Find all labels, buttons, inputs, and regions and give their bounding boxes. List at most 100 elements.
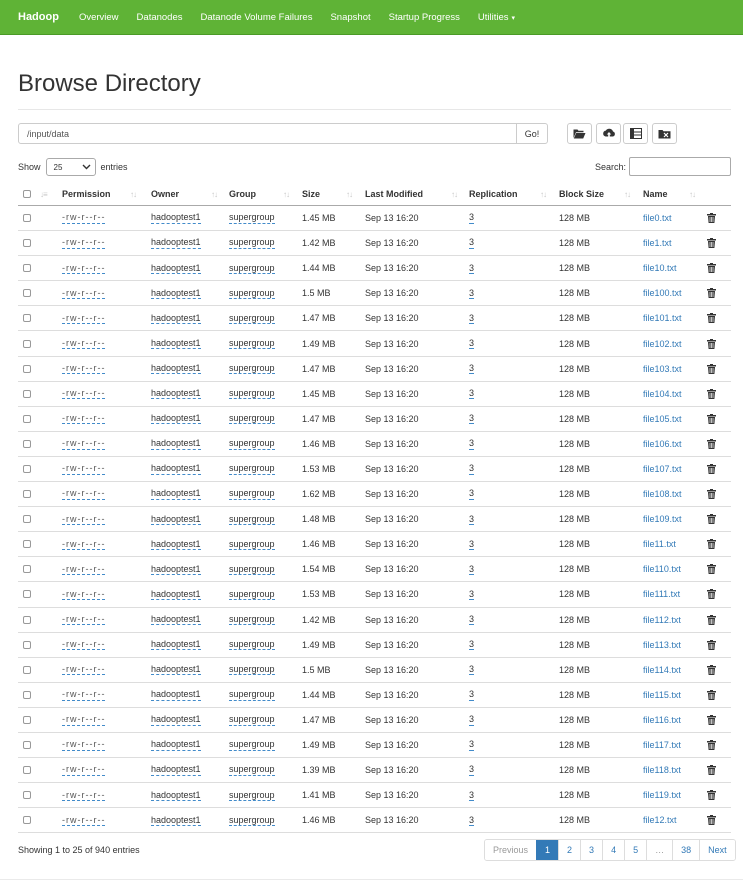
row-checkbox[interactable]	[23, 289, 31, 298]
group-link[interactable]: supergroup	[229, 338, 275, 350]
pagination-page-2[interactable]: 2	[558, 840, 581, 860]
owner-link[interactable]: hadooptest1	[151, 212, 201, 224]
owner-link[interactable]: hadooptest1	[151, 739, 201, 751]
file-name-link[interactable]: file113.txt	[643, 633, 681, 657]
group-link[interactable]: supergroup	[229, 764, 275, 776]
group-link[interactable]: supergroup	[229, 413, 275, 425]
file-name-link[interactable]: file105.txt	[643, 407, 682, 431]
replication-link[interactable]: 3	[469, 664, 475, 676]
sort-icon[interactable]: ↑↓	[540, 183, 547, 205]
delete-button[interactable]	[707, 507, 716, 531]
row-checkbox[interactable]	[23, 565, 31, 574]
delete-button[interactable]	[707, 808, 716, 832]
replication-link[interactable]: 3	[469, 212, 475, 224]
sort-icon[interactable]: ↑↓	[211, 183, 218, 205]
delete-button[interactable]	[707, 357, 716, 381]
file-name-link[interactable]: file118.txt	[643, 758, 681, 782]
delete-button[interactable]	[707, 708, 716, 732]
file-name-link[interactable]: file103.txt	[643, 357, 682, 381]
replication-link[interactable]: 3	[469, 714, 475, 726]
replication-link[interactable]: 3	[469, 564, 475, 576]
replication-link[interactable]: 3	[469, 288, 475, 299]
file-name-link[interactable]: file100.txt	[643, 281, 682, 305]
owner-link[interactable]: hadooptest1	[151, 589, 201, 601]
row-checkbox[interactable]	[23, 515, 31, 524]
owner-link[interactable]: hadooptest1	[151, 263, 201, 274]
group-link[interactable]: supergroup	[229, 539, 275, 550]
row-checkbox[interactable]	[23, 239, 31, 248]
permission-link[interactable]: -rw-r--r--	[62, 764, 106, 776]
replication-link[interactable]: 3	[469, 589, 475, 601]
group-link[interactable]: supergroup	[229, 263, 275, 274]
owner-link[interactable]: hadooptest1	[151, 438, 201, 450]
owner-link[interactable]: hadooptest1	[151, 388, 201, 400]
file-name-link[interactable]: file1.txt	[643, 231, 672, 255]
toggle-columns-button[interactable]	[623, 123, 648, 144]
permission-link[interactable]: -rw-r--r--	[62, 714, 106, 726]
group-link[interactable]: supergroup	[229, 514, 275, 525]
row-checkbox[interactable]	[23, 590, 31, 599]
group-link[interactable]: supergroup	[229, 614, 275, 626]
owner-link[interactable]: hadooptest1	[151, 815, 201, 826]
permission-link[interactable]: -rw-r--r--	[62, 689, 106, 701]
permission-link[interactable]: -rw-r--r--	[62, 815, 106, 826]
owner-link[interactable]: hadooptest1	[151, 614, 201, 626]
file-name-link[interactable]: file11.txt	[643, 532, 676, 556]
owner-link[interactable]: hadooptest1	[151, 564, 201, 576]
delete-button[interactable]	[707, 557, 716, 581]
file-name-link[interactable]: file114.txt	[643, 658, 681, 682]
delete-button[interactable]	[707, 482, 716, 506]
permission-link[interactable]: -rw-r--r--	[62, 664, 106, 676]
delete-button[interactable]	[707, 608, 716, 632]
row-checkbox[interactable]	[23, 540, 31, 549]
upload-files-button[interactable]	[596, 123, 621, 144]
sort-icon[interactable]: ↑↓	[689, 183, 696, 205]
permission-link[interactable]: -rw-r--r--	[62, 288, 106, 299]
column-header-owner[interactable]: Owner	[151, 183, 179, 205]
owner-link[interactable]: hadooptest1	[151, 790, 201, 801]
replication-link[interactable]: 3	[469, 790, 475, 801]
delete-button[interactable]	[707, 633, 716, 657]
delete-button[interactable]	[707, 331, 716, 355]
row-checkbox[interactable]	[23, 741, 31, 750]
group-link[interactable]: supergroup	[229, 288, 275, 299]
owner-link[interactable]: hadooptest1	[151, 313, 201, 325]
group-link[interactable]: supergroup	[229, 689, 275, 701]
column-header-size[interactable]: Size	[302, 183, 320, 205]
owner-link[interactable]: hadooptest1	[151, 639, 201, 651]
row-checkbox[interactable]	[23, 690, 31, 699]
file-name-link[interactable]: file112.txt	[643, 608, 681, 632]
delete-button[interactable]	[707, 382, 716, 406]
pagination-page-1[interactable]: 1	[536, 840, 559, 860]
row-checkbox[interactable]	[23, 414, 31, 423]
owner-link[interactable]: hadooptest1	[151, 764, 201, 776]
sort-icon[interactable]: ↓≡	[40, 183, 48, 205]
table-search-input[interactable]	[629, 157, 731, 176]
owner-link[interactable]: hadooptest1	[151, 338, 201, 350]
group-link[interactable]: supergroup	[229, 488, 275, 500]
group-link[interactable]: supergroup	[229, 313, 275, 325]
group-link[interactable]: supergroup	[229, 237, 275, 249]
directory-path-input[interactable]	[18, 123, 517, 144]
nav-datanodes[interactable]: Datanodes	[137, 12, 183, 23]
go-button[interactable]: Go!	[516, 123, 548, 144]
file-name-link[interactable]: file12.txt	[643, 808, 677, 832]
nav-utilities-dropdown[interactable]: Utilities ▾	[478, 12, 515, 23]
owner-link[interactable]: hadooptest1	[151, 514, 201, 525]
file-name-link[interactable]: file10.txt	[643, 256, 677, 280]
column-header-block-size[interactable]: Block Size	[559, 183, 604, 205]
group-link[interactable]: supergroup	[229, 815, 275, 826]
file-name-link[interactable]: file0.txt	[643, 206, 672, 230]
replication-link[interactable]: 3	[469, 815, 475, 826]
owner-link[interactable]: hadooptest1	[151, 288, 201, 299]
owner-link[interactable]: hadooptest1	[151, 664, 201, 676]
replication-link[interactable]: 3	[469, 764, 475, 776]
file-name-link[interactable]: file116.txt	[643, 708, 681, 732]
create-directory-button[interactable]	[567, 123, 592, 144]
group-link[interactable]: supergroup	[229, 639, 275, 651]
delete-button[interactable]	[707, 256, 716, 280]
permission-link[interactable]: -rw-r--r--	[62, 790, 106, 801]
file-name-link[interactable]: file109.txt	[643, 507, 682, 531]
group-link[interactable]: supergroup	[229, 564, 275, 576]
permission-link[interactable]: -rw-r--r--	[62, 438, 106, 450]
